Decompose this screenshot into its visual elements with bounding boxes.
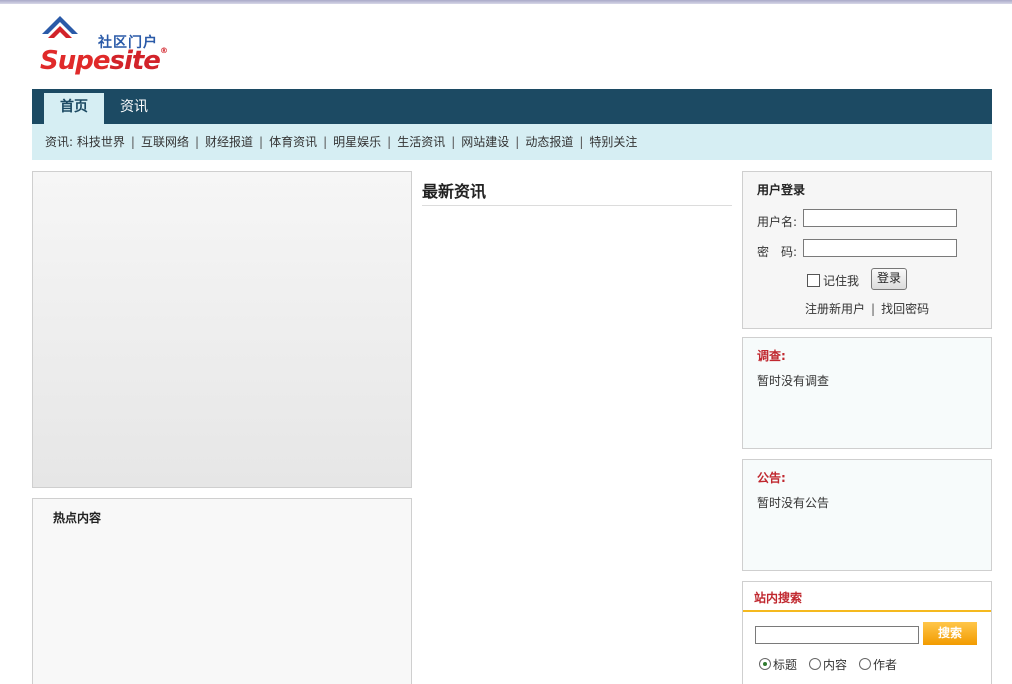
- logo-english-text: Supesite®: [40, 46, 168, 76]
- remember-me[interactable]: 记住我: [807, 272, 859, 289]
- login-links: 注册新用户 | 找回密码: [805, 300, 929, 317]
- search-scope: 标题 内容 作者: [759, 656, 909, 673]
- remember-checkbox[interactable]: [807, 274, 820, 287]
- radio-selected-icon[interactable]: [759, 658, 771, 670]
- search-option-title[interactable]: 标题: [759, 658, 797, 672]
- sub-nav-item-tech[interactable]: 科技世界: [77, 135, 125, 149]
- radio-icon[interactable]: [859, 658, 872, 670]
- password-label: 密 码:: [757, 245, 798, 259]
- separator: |: [871, 302, 876, 316]
- sub-nav-item-internet[interactable]: 互联网络: [141, 135, 189, 149]
- survey-text: 暂时没有调查: [757, 374, 830, 388]
- sub-nav-item-entertainment[interactable]: 明星娱乐: [333, 135, 381, 149]
- search-button[interactable]: 搜索: [923, 622, 977, 645]
- tab-news[interactable]: 资讯: [104, 93, 164, 124]
- sub-nav-prefix: 资讯:: [45, 135, 74, 149]
- registered-mark: ®: [159, 46, 168, 55]
- separator: |: [194, 135, 199, 149]
- sub-nav-item-special[interactable]: 特别关注: [589, 135, 637, 149]
- radio-icon[interactable]: [809, 658, 822, 670]
- sub-nav-item-sports[interactable]: 体育资讯: [269, 135, 317, 149]
- username-input[interactable]: [803, 209, 957, 227]
- site-logo[interactable]: 社区门户 Supesite®: [38, 14, 168, 76]
- login-button[interactable]: 登录: [871, 268, 907, 290]
- search-option-author[interactable]: 作者: [859, 658, 897, 672]
- login-title: 用户登录: [757, 183, 806, 197]
- survey-title: 调查:: [757, 349, 786, 363]
- separator: |: [451, 135, 456, 149]
- divider: [422, 205, 732, 206]
- sub-nav: 资讯: 科技世界 | 互联网络 | 财经报道 | 体育资讯 | 明星娱乐 | 生活资讯 | 网站建设 | 动…: [32, 124, 992, 160]
- logo-site: site: [109, 46, 160, 76]
- tab-home[interactable]: 首页: [44, 93, 104, 124]
- sub-nav-item-dynamic[interactable]: 动态报道: [525, 135, 573, 149]
- main-nav: 首页 资讯: [32, 89, 992, 124]
- separator: |: [323, 135, 328, 149]
- survey-panel: 调查: 暂时没有调查: [742, 337, 992, 449]
- search-option-label: 作者: [873, 658, 898, 672]
- sub-nav-list: 资讯: 科技世界 | 互联网络 | 财经报道 | 体育资讯 | 明星娱乐 | 生活资讯 | 网站建设 | 动…: [45, 124, 637, 160]
- logo-supe: Supe: [40, 46, 110, 76]
- register-link[interactable]: 注册新用户: [805, 302, 865, 316]
- login-panel: 用户登录 用户名: 密 码: 记住我 登录 注册新用户 | 找回密码: [742, 171, 992, 329]
- search-option-label: 内容: [823, 658, 848, 672]
- house-logo-icon: [42, 16, 78, 38]
- search-title: 站内搜索: [754, 591, 803, 605]
- search-input[interactable]: [755, 626, 919, 644]
- hot-content-title: 热点内容: [53, 511, 102, 525]
- separator: |: [579, 135, 584, 149]
- password-input[interactable]: [803, 239, 957, 257]
- hot-content-panel: 热点内容: [32, 498, 412, 684]
- slideshow-panel: [32, 171, 412, 488]
- notice-panel: 公告: 暂时没有公告: [742, 459, 992, 571]
- separator: |: [515, 135, 520, 149]
- search-option-content[interactable]: 内容: [809, 658, 847, 672]
- site-search-panel: 站内搜索 搜索 标题 内容 作者: [742, 581, 992, 684]
- sub-nav-item-website[interactable]: 网站建设: [461, 135, 509, 149]
- latest-news-title: 最新资讯: [422, 182, 487, 201]
- forgot-password-link[interactable]: 找回密码: [881, 302, 929, 316]
- sub-nav-item-finance[interactable]: 财经报道: [205, 135, 253, 149]
- notice-text: 暂时没有公告: [757, 496, 830, 510]
- username-label: 用户名:: [757, 215, 798, 229]
- search-header: 站内搜索: [743, 582, 991, 612]
- separator: |: [130, 135, 135, 149]
- window-top-border: [0, 0, 1012, 4]
- remember-label: 记住我: [823, 274, 860, 288]
- separator: |: [387, 135, 392, 149]
- notice-title: 公告:: [757, 471, 786, 485]
- sub-nav-item-life[interactable]: 生活资讯: [397, 135, 445, 149]
- separator: |: [259, 135, 264, 149]
- search-option-label: 标题: [773, 658, 798, 672]
